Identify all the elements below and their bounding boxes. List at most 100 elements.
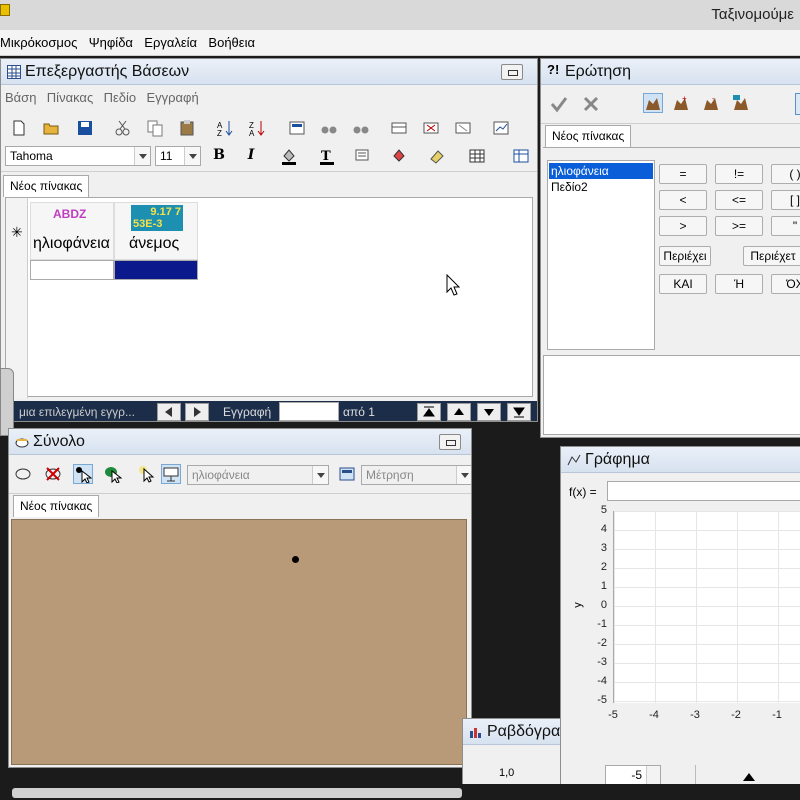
font-name-select[interactable]: Tahoma: [5, 146, 151, 166]
op-brackets-button[interactable]: [ ]: [771, 190, 800, 210]
or-button[interactable]: Ή: [715, 274, 763, 294]
record-number-input[interactable]: [279, 402, 339, 421]
total-title: Σύνολο: [33, 433, 85, 450]
open-folder-icon[interactable]: [41, 118, 61, 138]
ellipse-tool-icon[interactable]: [13, 464, 33, 484]
calculator-icon[interactable]: [337, 464, 357, 484]
paste-icon[interactable]: [177, 118, 197, 138]
menu-tile[interactable]: Ψηφίδα: [85, 30, 137, 55]
query-extra-button[interactable]: [795, 93, 800, 115]
query-mode-1-icon[interactable]: [643, 93, 663, 113]
op-not-equals-button[interactable]: !=: [715, 164, 763, 184]
next-record-button[interactable]: [185, 403, 209, 421]
query-tab-new-table[interactable]: Νέος πίνακας: [545, 125, 632, 147]
contains-other-button[interactable]: Περιέχετ: [743, 246, 800, 266]
contains-button[interactable]: Περιέχει: [659, 246, 711, 266]
find-icon[interactable]: [287, 118, 307, 138]
query-mode-3-icon[interactable]: -: [701, 93, 721, 113]
pointer-tool-icon[interactable]: [137, 464, 157, 484]
delete-set-icon[interactable]: [43, 464, 63, 484]
field-item-field2[interactable]: Πεδίο2: [548, 179, 654, 195]
query-mode-2-icon[interactable]: +: [671, 93, 691, 113]
eraser-icon[interactable]: [427, 146, 447, 166]
db-tab-new-table[interactable]: Νέος πίνακας: [3, 175, 90, 197]
menu-field[interactable]: Πεδίο: [100, 87, 140, 108]
italic-icon[interactable]: I: [241, 146, 261, 166]
total-titlebar[interactable]: Σύνολο: [9, 429, 471, 455]
horizontal-scrollbar[interactable]: [12, 788, 462, 798]
graph-titlebar[interactable]: Γράφημα: [561, 447, 800, 473]
op-greater-equal-button[interactable]: >=: [715, 216, 763, 236]
menu-microcosm[interactable]: Μικρόκοσμος: [0, 30, 81, 55]
op-quote-button[interactable]: ": [771, 216, 800, 236]
cell-sunshine-1[interactable]: [30, 260, 114, 280]
add-record-icon[interactable]: [389, 118, 409, 138]
cancel-icon[interactable]: [581, 94, 601, 114]
confirm-icon[interactable]: [549, 94, 569, 114]
column-header-sunshine[interactable]: ABDZ ηλιοφάνεια: [30, 202, 114, 260]
bold-icon[interactable]: B: [209, 146, 229, 166]
query-expression-box[interactable]: [543, 355, 800, 435]
op-less-equal-button[interactable]: <=: [715, 190, 763, 210]
format-icon[interactable]: [353, 146, 373, 166]
binoculars-next-icon[interactable]: [351, 118, 371, 138]
text-color-icon[interactable]: T: [317, 146, 337, 166]
graph-plot-area[interactable]: [613, 511, 800, 703]
record-label: Εγγραφή: [223, 405, 272, 419]
binoculars-icon[interactable]: [319, 118, 339, 138]
table-view-icon[interactable]: [511, 146, 531, 166]
select-point-icon[interactable]: [73, 464, 93, 484]
op-greater-button[interactable]: >: [659, 216, 707, 236]
fill-color-icon[interactable]: [279, 146, 299, 166]
down-record-button[interactable]: [477, 403, 501, 421]
op-less-button[interactable]: <: [659, 190, 707, 210]
delete-record-icon[interactable]: [421, 118, 441, 138]
app-icon: [0, 4, 10, 16]
field-item-sunshine[interactable]: ηλιοφάνεια: [549, 163, 653, 179]
sort-descending-icon[interactable]: ZA: [247, 118, 267, 138]
field-list[interactable]: ηλιοφάνεια Πεδίο2: [547, 160, 655, 350]
cell-wind-1[interactable]: [114, 260, 198, 280]
total-field-select[interactable]: ηλιοφάνεια: [187, 465, 329, 485]
db-editor-titlebar[interactable]: Επεξεργαστής Βάσεων: [1, 59, 537, 85]
menu-base[interactable]: Βάση: [1, 87, 39, 108]
query-mode-4-icon[interactable]: [731, 93, 751, 113]
menu-record[interactable]: Εγγραφή: [142, 87, 201, 108]
menu-help[interactable]: Βοήθεια: [204, 30, 259, 55]
range-spinner[interactable]: -5: [605, 765, 661, 785]
arrow-up-icon[interactable]: [743, 773, 755, 781]
and-button[interactable]: ΚΑΙ: [659, 274, 707, 294]
chart-icon[interactable]: [491, 118, 511, 138]
cut-icon[interactable]: [113, 118, 133, 138]
menu-table[interactable]: Πίνακας: [43, 87, 96, 108]
save-icon[interactable]: [75, 118, 95, 138]
op-equals-button[interactable]: =: [659, 164, 707, 184]
grid-icon[interactable]: [467, 146, 487, 166]
paint-bucket-icon[interactable]: [389, 146, 409, 166]
measure-select[interactable]: Μέτρηση: [361, 465, 471, 485]
prev-record-button[interactable]: [157, 403, 181, 421]
column-header-wind[interactable]: 9.17 7 53E-3 άνεμος: [114, 202, 198, 260]
total-restore-button[interactable]: [439, 434, 461, 450]
fx-input[interactable]: [607, 481, 800, 501]
first-record-button[interactable]: [417, 403, 441, 421]
display-tool-icon[interactable]: [161, 464, 181, 484]
last-record-button[interactable]: [507, 403, 531, 421]
sort-ascending-icon[interactable]: AZ: [215, 118, 235, 138]
total-tab-new-table[interactable]: Νέος πίνακας: [13, 495, 100, 517]
new-icon[interactable]: [9, 118, 29, 138]
up-record-button[interactable]: [447, 403, 471, 421]
copy-icon[interactable]: [145, 118, 165, 138]
op-parens-button[interactable]: ( ): [771, 164, 800, 184]
menu-tools[interactable]: Εργαλεία: [140, 30, 201, 55]
query-titlebar[interactable]: ?! Ερώτηση: [541, 59, 800, 85]
data-point[interactable]: [292, 556, 299, 563]
select-group-icon[interactable]: [103, 464, 123, 484]
sets-canvas[interactable]: [11, 519, 467, 765]
bar-chart-titlebar[interactable]: Ραβδόγρα: [463, 719, 571, 745]
side-handle[interactable]: [0, 368, 14, 436]
clear-record-icon[interactable]: [453, 118, 473, 138]
not-button[interactable]: ΌΧ: [771, 274, 800, 294]
restore-button[interactable]: [501, 64, 523, 80]
font-size-select[interactable]: 11: [155, 146, 201, 166]
